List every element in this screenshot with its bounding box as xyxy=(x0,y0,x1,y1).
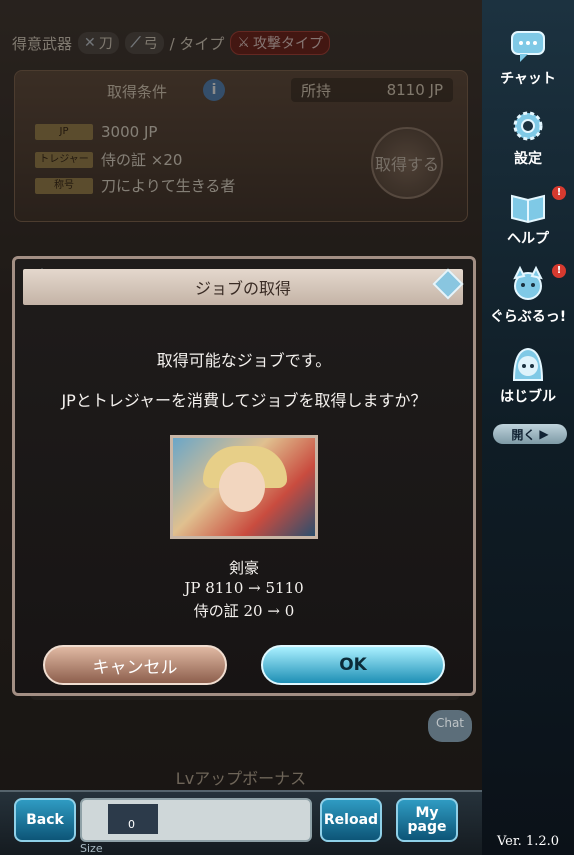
open-button[interactable]: 開く ▶ xyxy=(493,424,567,444)
chat-icon xyxy=(511,31,545,62)
back-button[interactable]: Back xyxy=(14,798,76,842)
portrait-face xyxy=(219,462,265,512)
sidebar-label: 設定 xyxy=(514,151,542,167)
version-label: Ver. 1.2.0 xyxy=(496,834,560,849)
back-label: Back xyxy=(26,812,64,828)
mypage-button[interactable]: My page xyxy=(396,798,458,842)
reload-button[interactable]: Reload xyxy=(320,798,382,842)
item-thumbnail: 0 xyxy=(108,804,158,834)
sidebar-item-chat[interactable]: チャット xyxy=(486,26,570,88)
notification-badge: ! xyxy=(552,264,566,278)
dialog-question: JPとトレジャーを消費してジョブを取得しますか？ xyxy=(61,391,427,410)
sidebar: チャット 設定 ! ヘルプ ! ぐらぶるっ! はじブル 開く ▶ Ver. 1.… xyxy=(482,0,574,855)
job-name: 剣豪 xyxy=(228,559,259,577)
sidebar-label: ヘルプ xyxy=(507,231,549,247)
jp-change: JP 8110 → 5110 xyxy=(184,579,304,597)
mypage-label: My page xyxy=(407,805,447,835)
character-icon xyxy=(513,265,543,300)
notification-badge: ! xyxy=(552,186,566,200)
sidebar-item-help[interactable]: ! ヘルプ xyxy=(486,186,570,248)
sidebar-label: はじブル xyxy=(500,389,556,405)
gear-icon xyxy=(513,111,543,141)
job-portrait xyxy=(170,435,318,539)
sidebar-item-settings[interactable]: 設定 xyxy=(486,106,570,168)
size-label: Size xyxy=(80,842,103,855)
girl-icon xyxy=(512,347,544,381)
sidebar-item-hajiburu[interactable]: はじブル xyxy=(486,344,570,406)
sidebar-label: チャット xyxy=(500,71,556,87)
open-label: 開く xyxy=(511,427,536,442)
sidebar-item-gurabururu[interactable]: ! ぐらぶるっ! xyxy=(486,264,570,326)
item-count: 0 xyxy=(128,818,135,831)
chat-bubble[interactable]: Chat xyxy=(428,710,472,742)
cancel-button[interactable]: キャンセル xyxy=(43,645,227,685)
dialog-message: 取得可能なジョブです。 xyxy=(156,351,332,370)
item-slot[interactable]: 0 xyxy=(80,798,312,842)
bottom-bar: Back 0 Reload My page Size xyxy=(0,790,482,855)
app-root: 得意武器 ✕ 刀 ⟋ 弓 / タイプ ⚔ 攻撃タイプ 取得条件 i 所持 8110 J… xyxy=(0,0,574,855)
main-area: 得意武器 ✕ 刀 ⟋ 弓 / タイプ ⚔ 攻撃タイプ 取得条件 i 所持 8110 J… xyxy=(0,0,482,855)
book-icon xyxy=(511,194,545,224)
job-acquire-dialog: ジョブの取得 取得可能なジョブです。 JPとトレジャーを消費してジョブを取得しま… xyxy=(12,256,476,696)
treasure-change: 侍の証 20 → 0 xyxy=(193,602,295,620)
dialog-title: ジョブの取得 xyxy=(23,269,463,305)
reload-label: Reload xyxy=(323,812,379,828)
sidebar-label: ぐらぶるっ! xyxy=(489,309,567,325)
ok-button[interactable]: OK xyxy=(261,645,445,685)
play-arrow-icon: ▶ xyxy=(539,427,549,441)
